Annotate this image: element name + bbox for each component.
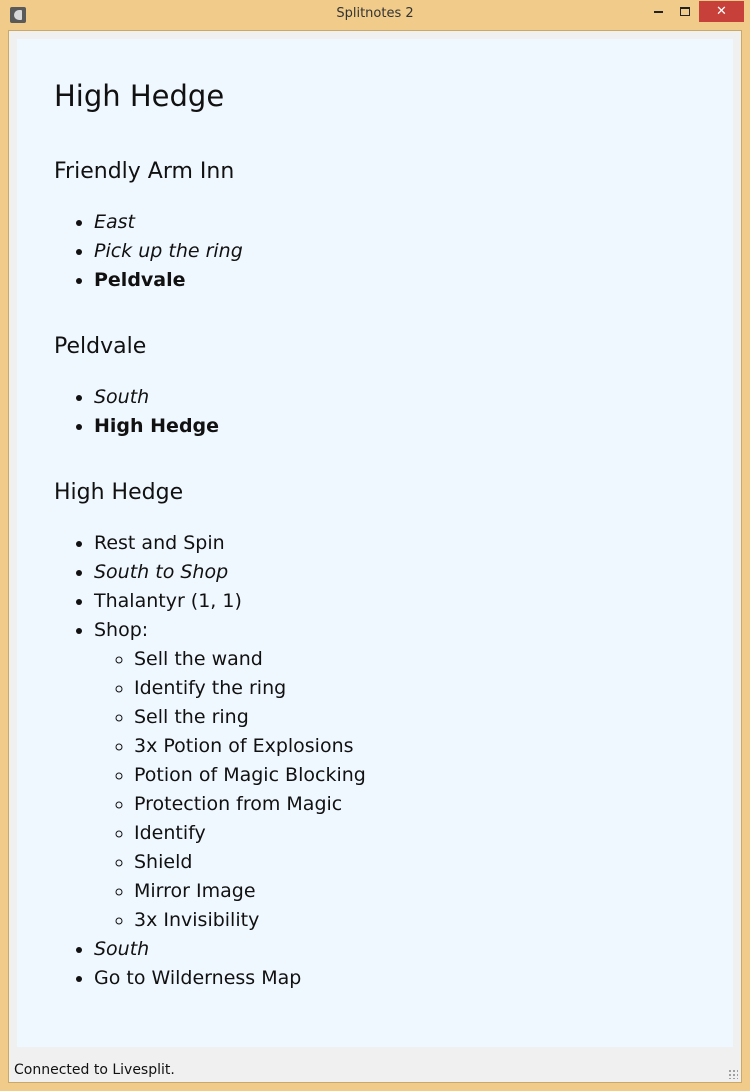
close-button[interactable]: ✕ — [699, 1, 744, 22]
sub-list-item: Identify the ring — [134, 674, 366, 703]
list-item: Thalantyr (1, 1) — [94, 587, 366, 616]
client-area: High Hedge Friendly Arm Inn East Pick up… — [8, 30, 742, 1083]
sub-list-item: 3x Invisibility — [134, 906, 366, 935]
sub-list-item: Protection from Magic — [134, 790, 366, 819]
list-item: Rest and Spin — [94, 529, 366, 558]
window-title: Splitnotes 2 — [336, 6, 414, 21]
sub-list-item: Mirror Image — [134, 877, 366, 906]
sub-list-item: 3x Potion of Explosions — [134, 732, 366, 761]
notes-view[interactable]: High Hedge Friendly Arm Inn East Pick up… — [17, 39, 733, 1047]
maximize-icon — [680, 7, 690, 16]
section-list: East Pick up the ring Peldvale — [54, 208, 243, 295]
resize-grip-icon[interactable] — [728, 1069, 738, 1079]
title-bar[interactable]: Splitnotes 2 ✕ — [0, 0, 750, 30]
sub-list-item: Identify — [134, 819, 366, 848]
sub-list-item: Sell the ring — [134, 703, 366, 732]
page-title: High Hedge — [54, 79, 225, 113]
section-heading: High Hedge — [54, 480, 184, 505]
section-list: Rest and Spin South to Shop Thalantyr (1… — [54, 529, 366, 993]
section-list: South High Hedge — [54, 383, 219, 441]
list-item: Pick up the ring — [94, 237, 243, 266]
list-item: South — [94, 935, 366, 964]
list-item-label: Shop: — [94, 619, 149, 641]
section-heading: Peldvale — [54, 334, 147, 359]
section-heading: Friendly Arm Inn — [54, 159, 235, 184]
list-item: South — [94, 383, 219, 412]
list-item: Go to Wilderness Map — [94, 964, 366, 993]
list-item: South to Shop — [94, 558, 366, 587]
minimize-icon — [653, 10, 663, 13]
close-icon: ✕ — [716, 4, 727, 19]
list-item: High Hedge — [94, 412, 219, 441]
status-bar: Connected to Livesplit. — [9, 1055, 741, 1082]
sub-list-item: Potion of Magic Blocking — [134, 761, 366, 790]
list-item: East — [94, 208, 243, 237]
app-window: Splitnotes 2 ✕ High Hedge Friendly Arm I… — [0, 0, 750, 1091]
list-item: Shop: Sell the wand Identify the ring Se… — [94, 616, 366, 935]
minimize-button[interactable] — [645, 1, 671, 22]
sub-list: Sell the wand Identify the ring Sell the… — [94, 645, 366, 935]
maximize-button[interactable] — [672, 1, 698, 22]
list-item: Peldvale — [94, 266, 243, 295]
status-text: Connected to Livesplit. — [14, 1062, 175, 1078]
sub-list-item: Sell the wand — [134, 645, 366, 674]
sub-list-item: Shield — [134, 848, 366, 877]
